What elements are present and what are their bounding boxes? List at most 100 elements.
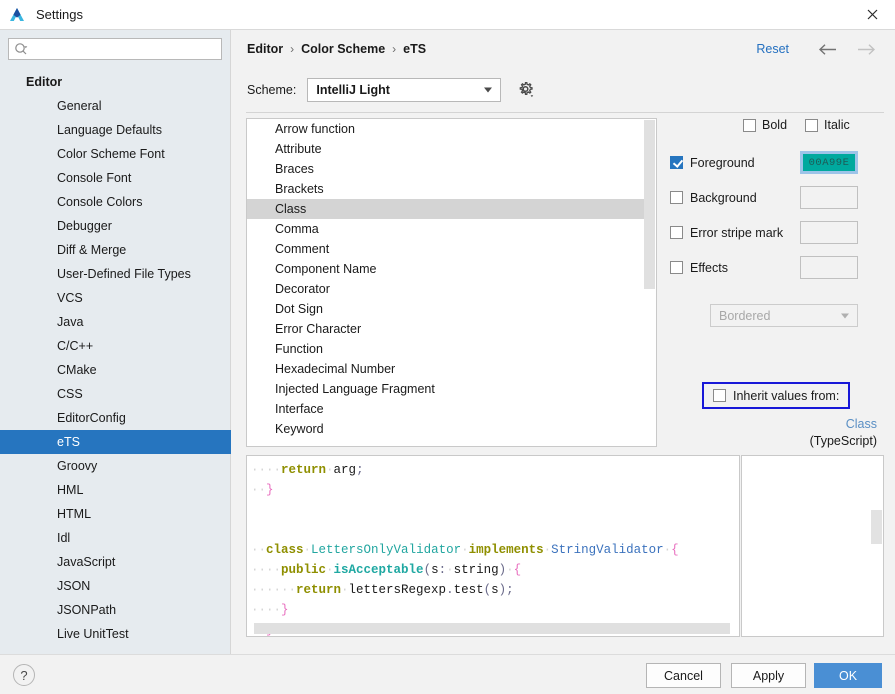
code-token: arg: [333, 463, 357, 477]
effects-checkbox[interactable]: [670, 261, 683, 274]
error-stripe-color-swatch[interactable]: [800, 221, 858, 244]
scheme-select[interactable]: IntelliJ Light: [307, 78, 502, 102]
sidebar-item-label: Live UnitTest: [57, 627, 129, 641]
code-preview[interactable]: ····return·arg; ··} ··class·LettersOnlyVa…: [246, 455, 740, 637]
sidebar-item-console-colors[interactable]: Console Colors: [0, 190, 231, 214]
breadcrumb-item[interactable]: Color Scheme: [301, 42, 385, 56]
sidebar-item-c-c[interactable]: C/C++: [0, 334, 231, 358]
sidebar-item-color-scheme-font[interactable]: Color Scheme Font: [0, 142, 231, 166]
scheme-row: Scheme: IntelliJ Light: [247, 78, 535, 102]
sidebar-item-css[interactable]: CSS: [0, 382, 231, 406]
attribute-list-item[interactable]: Interface: [247, 399, 656, 419]
sidebar-item-diff-merge[interactable]: Diff & Merge: [0, 238, 231, 262]
sidebar-item-label: Color Scheme Font: [57, 147, 165, 161]
sidebar-item-editorconfig[interactable]: EditorConfig: [0, 406, 231, 430]
preview-area: ····return·arg; ··} ··class·LettersOnlyVa…: [246, 455, 884, 637]
sidebar-item-html[interactable]: HTML: [0, 502, 231, 526]
foreground-color-swatch[interactable]: 00A99E: [800, 151, 858, 174]
foreground-checkbox[interactable]: [670, 156, 683, 169]
sidebar-item-vcs[interactable]: VCS: [0, 286, 231, 310]
attribute-list-item[interactable]: Component Name: [247, 259, 656, 279]
inherit-values-checkbox-row[interactable]: Inherit values from:: [702, 382, 850, 409]
reset-link[interactable]: Reset: [756, 42, 789, 56]
sidebar-item-javascript[interactable]: JavaScript: [0, 550, 231, 574]
attribute-list-item[interactable]: Function: [247, 339, 656, 359]
search-input[interactable]: [31, 40, 211, 58]
code-token: s: [431, 563, 439, 577]
sidebar-item-groovy[interactable]: Groovy: [0, 454, 231, 478]
code-token: (: [483, 583, 492, 597]
sidebar-item-debugger[interactable]: Debugger: [0, 214, 231, 238]
inherit-values-label: Inherit values from:: [733, 388, 840, 403]
italic-checkbox-row[interactable]: Italic: [805, 118, 858, 132]
sidebar-item-jsonpath[interactable]: JSONPath: [0, 598, 231, 622]
attribute-list-item[interactable]: Injected Language Fragment: [247, 379, 656, 399]
sidebar-item-language-defaults[interactable]: Language Defaults: [0, 118, 231, 142]
background-checkbox[interactable]: [670, 191, 683, 204]
code-token: s: [491, 583, 499, 597]
sidebar-item-live-unittest[interactable]: Live UnitTest: [0, 622, 231, 646]
sidebar-item-console-font[interactable]: Console Font: [0, 166, 231, 190]
bold-checkbox-row[interactable]: Bold: [743, 118, 795, 132]
gear-icon[interactable]: [517, 81, 535, 99]
code-line: ··}: [251, 480, 739, 500]
attribute-list-item[interactable]: Arrow function: [247, 119, 656, 139]
cancel-button[interactable]: Cancel: [646, 663, 721, 688]
sidebar-item-label: User-Defined File Types: [57, 267, 191, 281]
close-icon[interactable]: [849, 0, 895, 29]
code-line: ··class·LettersOnlyValidator·implements·…: [251, 540, 739, 560]
ok-button[interactable]: OK: [814, 663, 882, 688]
code-token: {: [671, 543, 679, 557]
search-box[interactable]: [8, 38, 222, 60]
sidebar-item-hml[interactable]: HML: [0, 478, 231, 502]
arrow-left-icon[interactable]: [817, 40, 839, 58]
attribute-list-item[interactable]: Braces: [247, 159, 656, 179]
code-token: ·: [326, 563, 334, 577]
italic-checkbox[interactable]: [805, 118, 819, 132]
attribute-list-item[interactable]: Class: [247, 199, 656, 219]
sidebar-item-cmake[interactable]: CMake: [0, 358, 231, 382]
error-stripe-checkbox[interactable]: [670, 226, 683, 239]
code-token: ····: [251, 603, 282, 617]
attribute-list-item[interactable]: Brackets: [247, 179, 656, 199]
scrollbar-thumb[interactable]: [644, 120, 655, 289]
scheme-label: Scheme:: [247, 83, 297, 97]
attribute-list-item[interactable]: Error Character: [247, 319, 656, 339]
help-icon[interactable]: ?: [13, 664, 35, 686]
sidebar-item-java[interactable]: Java: [0, 310, 231, 334]
attribute-list[interactable]: Arrow function Attribute Braces Brackets Cla…: [246, 118, 657, 447]
inherit-target-name[interactable]: Class: [670, 416, 877, 433]
sidebar-item-label: JSON: [57, 579, 91, 593]
attribute-list-item[interactable]: Hexadecimal Number: [247, 359, 656, 379]
attribute-list-item[interactable]: Dot Sign: [247, 299, 656, 319]
sidebar-group-editor[interactable]: Editor: [0, 70, 231, 94]
sidebar-item-label: Language Defaults: [57, 123, 162, 137]
inherit-values-checkbox[interactable]: [713, 389, 726, 402]
sidebar-item-json[interactable]: JSON: [0, 574, 231, 598]
attribute-list-item[interactable]: Attribute: [247, 139, 656, 159]
sidebar-item-user-defined-file-types[interactable]: User-Defined File Types: [0, 262, 231, 286]
scrollbar-thumb[interactable]: [871, 510, 882, 544]
attribute-list-item[interactable]: Comma: [247, 219, 656, 239]
effects-color-swatch[interactable]: [800, 256, 858, 279]
attribute-list-item[interactable]: Comment: [247, 239, 656, 259]
breadcrumb-item[interactable]: Editor: [247, 42, 283, 56]
background-color-swatch[interactable]: [800, 186, 858, 209]
sidebar-item-label: EditorConfig: [57, 411, 126, 425]
preview-side-panel[interactable]: [741, 455, 884, 637]
attribute-list-scrollbar[interactable]: [644, 119, 656, 446]
sidebar-item-general[interactable]: General: [0, 94, 231, 118]
code-token: ··: [251, 543, 267, 557]
sidebar-item-label: JavaScript: [57, 555, 116, 569]
apply-button[interactable]: Apply: [731, 663, 806, 688]
sidebar-item-idl[interactable]: Idl: [0, 526, 231, 550]
settings-tree: Editor General Language Defaults Color Sch…: [0, 70, 231, 654]
attribute-list-item[interactable]: Keyword: [247, 419, 656, 439]
bold-checkbox[interactable]: [743, 118, 756, 132]
sidebar-item-ets[interactable]: eTS: [0, 430, 231, 454]
attribute-list-item[interactable]: Decorator: [247, 279, 656, 299]
effect-type-select: Bordered: [710, 304, 858, 327]
code-preview-hscrollbar[interactable]: [254, 623, 730, 634]
sidebar-item-label: Groovy: [57, 459, 98, 473]
